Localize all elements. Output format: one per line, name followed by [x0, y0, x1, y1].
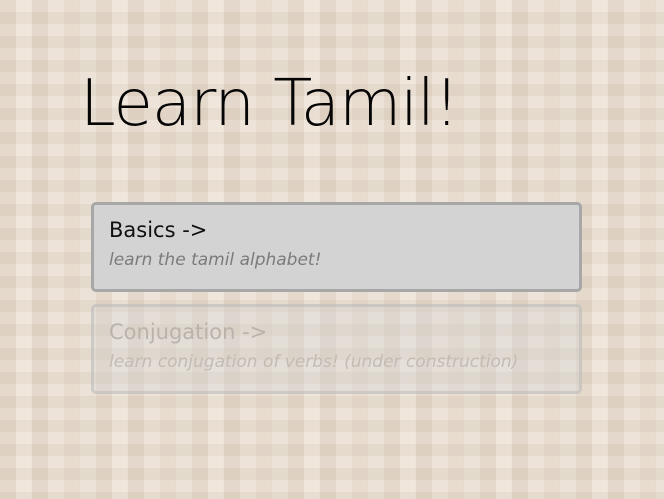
- lesson-menu: Basics -> learn the tamil alphabet! Conj…: [91, 202, 582, 406]
- basics-lesson-title: Basics ->: [109, 218, 208, 242]
- conjugation-lesson-title: Conjugation ->: [109, 320, 268, 344]
- basics-lesson-card[interactable]: Basics -> learn the tamil alphabet!: [91, 202, 582, 292]
- basics-lesson-description: learn the tamil alphabet!: [109, 250, 322, 270]
- conjugation-lesson-description: learn conjugation of verbs! (under const…: [109, 352, 519, 372]
- conjugation-lesson-card: Conjugation -> learn conjugation of verb…: [91, 304, 582, 394]
- page-title: Learn Tamil!: [80, 67, 459, 141]
